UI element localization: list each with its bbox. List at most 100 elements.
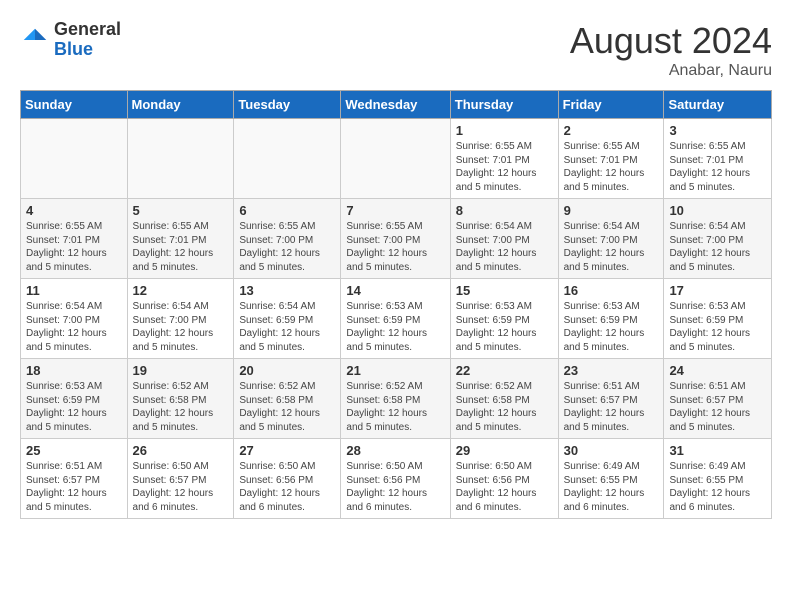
calendar-week-row: 1 Sunrise: 6:55 AM Sunset: 7:01 PM Daylig… bbox=[21, 119, 772, 199]
day-content: Sunrise: 6:55 AM Sunset: 7:00 PM Dayligh… bbox=[346, 220, 444, 274]
calendar-cell: 7 Sunrise: 6:55 AM Sunset: 7:00 PM Daylig… bbox=[341, 199, 450, 279]
calendar-cell: 23Sunrise: 6:51 AM Sunset: 6:57 PM Dayli… bbox=[558, 359, 664, 439]
day-number: 10 bbox=[669, 203, 766, 218]
day-number: 1 bbox=[456, 123, 553, 138]
calendar-cell bbox=[234, 119, 341, 199]
day-content: Sunrise: 6:51 AM Sunset: 6:57 PM Dayligh… bbox=[26, 460, 122, 514]
calendar-cell: 21 Sunrise: 6:52 AM Sunset: 6:58 PM Dayli… bbox=[341, 359, 450, 439]
location-subtitle: Anabar, Nauru bbox=[570, 62, 772, 80]
calendar-cell: 3Sunrise: 6:55 AM Sunset: 7:01 PM Daylig… bbox=[664, 119, 772, 199]
calendar-cell: 17 Sunrise: 6:53 AM Sunset: 6:59 PM Dayli… bbox=[664, 279, 772, 359]
day-content: Sunrise: 6:54 AM Sunset: 7:00 PM Dayligh… bbox=[669, 220, 766, 274]
calendar-cell: 25Sunrise: 6:51 AM Sunset: 6:57 PM Dayli… bbox=[21, 439, 128, 519]
day-number: 12 bbox=[133, 283, 229, 298]
day-number: 22 bbox=[456, 363, 553, 378]
calendar-cell: 15 Sunrise: 6:53 AM Sunset: 6:59 PM Dayli… bbox=[450, 279, 558, 359]
weekday-header: Monday bbox=[127, 91, 234, 119]
calendar-cell: 24 Sunrise: 6:51 AM Sunset: 6:57 PM Dayli… bbox=[664, 359, 772, 439]
day-number: 14 bbox=[346, 283, 444, 298]
calendar-week-row: 18 Sunrise: 6:53 AM Sunset: 6:59 PM Dayli… bbox=[21, 359, 772, 439]
day-number: 8 bbox=[456, 203, 553, 218]
calendar-cell: 26 Sunrise: 6:50 AM Sunset: 6:57 PM Dayli… bbox=[127, 439, 234, 519]
day-number: 9 bbox=[564, 203, 659, 218]
day-number: 15 bbox=[456, 283, 553, 298]
day-content: Sunrise: 6:53 AM Sunset: 6:59 PM Dayligh… bbox=[456, 300, 553, 354]
calendar-cell: 16Sunrise: 6:53 AM Sunset: 6:59 PM Dayli… bbox=[558, 279, 664, 359]
day-number: 24 bbox=[669, 363, 766, 378]
weekday-header: Wednesday bbox=[341, 91, 450, 119]
calendar-week-row: 4Sunrise: 6:55 AM Sunset: 7:01 PM Daylig… bbox=[21, 199, 772, 279]
logo-blue: Blue bbox=[54, 40, 121, 60]
day-content: Sunrise: 6:53 AM Sunset: 6:59 PM Dayligh… bbox=[346, 300, 444, 354]
day-number: 11 bbox=[26, 283, 122, 298]
day-content: Sunrise: 6:54 AM Sunset: 7:00 PM Dayligh… bbox=[456, 220, 553, 274]
calendar-cell: 29 Sunrise: 6:50 AM Sunset: 6:56 PM Dayli… bbox=[450, 439, 558, 519]
day-content: Sunrise: 6:54 AM Sunset: 7:00 PM Dayligh… bbox=[564, 220, 659, 274]
day-number: 28 bbox=[346, 443, 444, 458]
calendar-cell: 31Sunrise: 6:49 AM Sunset: 6:55 PM Dayli… bbox=[664, 439, 772, 519]
day-content: Sunrise: 6:52 AM Sunset: 6:58 PM Dayligh… bbox=[456, 380, 553, 434]
logo-text: General Blue bbox=[54, 20, 121, 60]
calendar-cell: 14 Sunrise: 6:53 AM Sunset: 6:59 PM Dayli… bbox=[341, 279, 450, 359]
logo: General Blue bbox=[20, 20, 121, 60]
calendar-cell bbox=[341, 119, 450, 199]
day-content: Sunrise: 6:53 AM Sunset: 6:59 PM Dayligh… bbox=[26, 380, 122, 434]
day-content: Sunrise: 6:53 AM Sunset: 6:59 PM Dayligh… bbox=[669, 300, 766, 354]
weekday-header: Sunday bbox=[21, 91, 128, 119]
day-number: 7 bbox=[346, 203, 444, 218]
calendar-cell: 1Sunrise: 6:55 AM Sunset: 7:01 PM Daylig… bbox=[450, 119, 558, 199]
day-content: Sunrise: 6:55 AM Sunset: 7:01 PM Dayligh… bbox=[26, 220, 122, 274]
calendar-cell: 8 Sunrise: 6:54 AM Sunset: 7:00 PM Daylig… bbox=[450, 199, 558, 279]
day-number: 2 bbox=[564, 123, 659, 138]
day-content: Sunrise: 6:52 AM Sunset: 6:58 PM Dayligh… bbox=[239, 380, 335, 434]
calendar-cell bbox=[21, 119, 128, 199]
logo-general: General bbox=[54, 20, 121, 40]
day-number: 21 bbox=[346, 363, 444, 378]
calendar-cell: 5 Sunrise: 6:55 AM Sunset: 7:01 PM Daylig… bbox=[127, 199, 234, 279]
day-number: 16 bbox=[564, 283, 659, 298]
day-content: Sunrise: 6:51 AM Sunset: 6:57 PM Dayligh… bbox=[669, 380, 766, 434]
weekday-header: Tuesday bbox=[234, 91, 341, 119]
day-number: 23 bbox=[564, 363, 659, 378]
day-number: 30 bbox=[564, 443, 659, 458]
calendar-cell: 18 Sunrise: 6:53 AM Sunset: 6:59 PM Dayli… bbox=[21, 359, 128, 439]
day-content: Sunrise: 6:50 AM Sunset: 6:56 PM Dayligh… bbox=[456, 460, 553, 514]
weekday-header: Friday bbox=[558, 91, 664, 119]
day-number: 6 bbox=[239, 203, 335, 218]
day-content: Sunrise: 6:54 AM Sunset: 6:59 PM Dayligh… bbox=[239, 300, 335, 354]
calendar-cell: 12Sunrise: 6:54 AM Sunset: 7:00 PM Dayli… bbox=[127, 279, 234, 359]
calendar-cell: 28 Sunrise: 6:50 AM Sunset: 6:56 PM Dayli… bbox=[341, 439, 450, 519]
title-block: August 2024 Anabar, Nauru bbox=[570, 20, 772, 80]
day-content: Sunrise: 6:49 AM Sunset: 6:55 PM Dayligh… bbox=[564, 460, 659, 514]
weekday-header: Saturday bbox=[664, 91, 772, 119]
day-content: Sunrise: 6:54 AM Sunset: 7:00 PM Dayligh… bbox=[26, 300, 122, 354]
calendar-cell: 9 Sunrise: 6:54 AM Sunset: 7:00 PM Daylig… bbox=[558, 199, 664, 279]
day-content: Sunrise: 6:52 AM Sunset: 6:58 PM Dayligh… bbox=[133, 380, 229, 434]
calendar-cell: 30 Sunrise: 6:49 AM Sunset: 6:55 PM Dayli… bbox=[558, 439, 664, 519]
day-number: 31 bbox=[669, 443, 766, 458]
calendar-cell: 27Sunrise: 6:50 AM Sunset: 6:56 PM Dayli… bbox=[234, 439, 341, 519]
day-number: 18 bbox=[26, 363, 122, 378]
day-content: Sunrise: 6:50 AM Sunset: 6:56 PM Dayligh… bbox=[346, 460, 444, 514]
day-content: Sunrise: 6:55 AM Sunset: 7:00 PM Dayligh… bbox=[239, 220, 335, 274]
page-header: General Blue August 2024 Anabar, Nauru bbox=[20, 20, 772, 80]
day-number: 27 bbox=[239, 443, 335, 458]
calendar-cell: 2Sunrise: 6:55 AM Sunset: 7:01 PM Daylig… bbox=[558, 119, 664, 199]
calendar-cell: 11 Sunrise: 6:54 AM Sunset: 7:00 PM Dayli… bbox=[21, 279, 128, 359]
day-content: Sunrise: 6:55 AM Sunset: 7:01 PM Dayligh… bbox=[669, 140, 766, 194]
calendar-cell: 20 Sunrise: 6:52 AM Sunset: 6:58 PM Dayli… bbox=[234, 359, 341, 439]
day-number: 17 bbox=[669, 283, 766, 298]
day-content: Sunrise: 6:50 AM Sunset: 6:57 PM Dayligh… bbox=[133, 460, 229, 514]
calendar-cell: 19 Sunrise: 6:52 AM Sunset: 6:58 PM Dayli… bbox=[127, 359, 234, 439]
day-content: Sunrise: 6:55 AM Sunset: 7:01 PM Dayligh… bbox=[133, 220, 229, 274]
day-number: 29 bbox=[456, 443, 553, 458]
day-number: 20 bbox=[239, 363, 335, 378]
day-number: 19 bbox=[133, 363, 229, 378]
day-number: 5 bbox=[133, 203, 229, 218]
weekday-header: Thursday bbox=[450, 91, 558, 119]
day-content: Sunrise: 6:52 AM Sunset: 6:58 PM Dayligh… bbox=[346, 380, 444, 434]
calendar-cell bbox=[127, 119, 234, 199]
calendar-cell: 4Sunrise: 6:55 AM Sunset: 7:01 PM Daylig… bbox=[21, 199, 128, 279]
day-number: 26 bbox=[133, 443, 229, 458]
month-year-title: August 2024 bbox=[570, 20, 772, 62]
